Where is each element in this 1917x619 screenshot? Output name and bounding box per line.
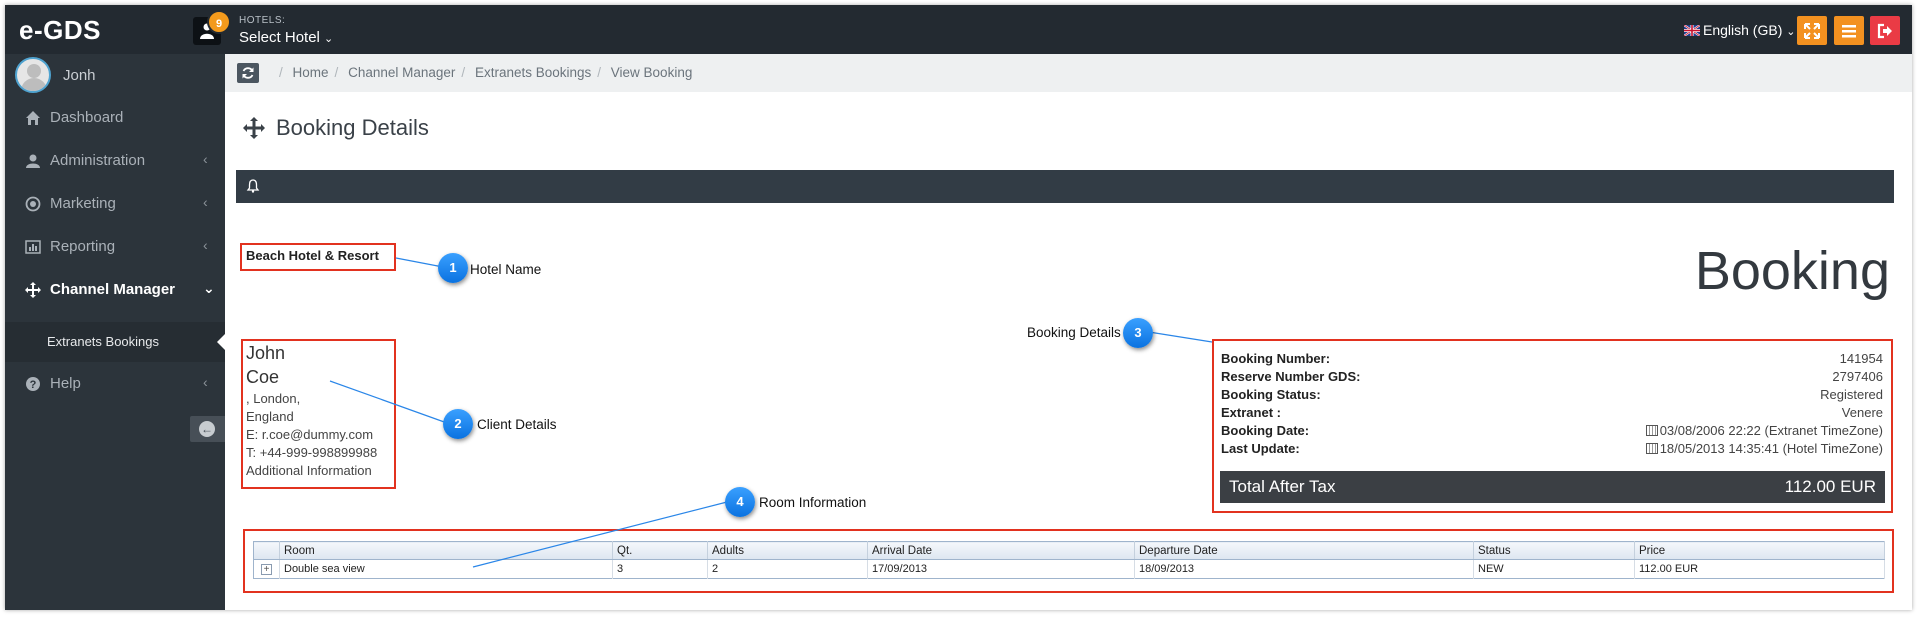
callout-badge-1: 1 — [438, 253, 468, 283]
callout-label-hotel-name: Hotel Name — [470, 262, 542, 277]
callout-badge-3: 3 — [1123, 318, 1153, 348]
callout-label-room-information: Room Information — [759, 495, 867, 510]
callout-badge-2: 2 — [443, 409, 473, 439]
callout-leaders — [329, 257, 1213, 568]
callout-badge-4: 4 — [725, 487, 755, 517]
callout-label-booking-details: Booking Details — [1027, 325, 1121, 340]
app-window: e-GDS 9 HOTELS: Select Hotel ⌄ English (… — [5, 5, 1912, 610]
callout-label-client-details: Client Details — [477, 417, 557, 432]
